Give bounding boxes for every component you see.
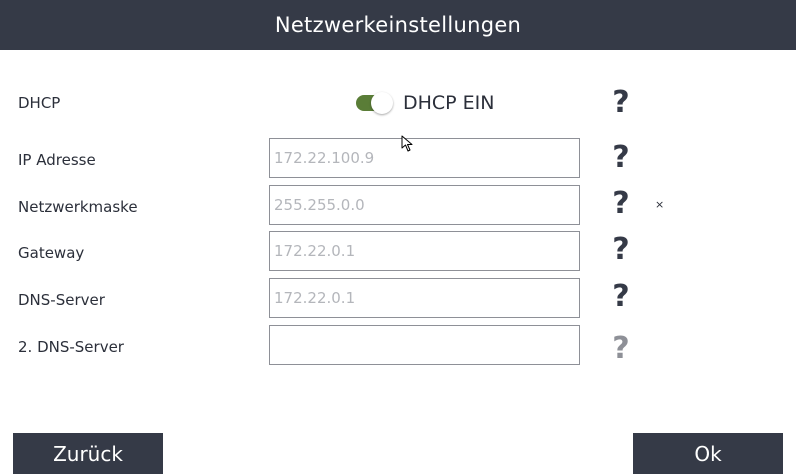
- dns-server-2-input[interactable]: [269, 325, 580, 365]
- close-icon[interactable]: ×: [655, 198, 664, 212]
- ip-address-input[interactable]: [269, 138, 580, 178]
- gateway-label: Gateway: [18, 244, 85, 262]
- dns-server-2-label: 2. DNS-Server: [18, 338, 124, 356]
- netmask-input[interactable]: [269, 185, 580, 225]
- netmask-label: Netzwerkmaske: [18, 198, 138, 216]
- dhcp-toggle-knob: [371, 92, 393, 114]
- help-icon-dns-server-2: ?: [612, 331, 630, 366]
- mouse-pointer-icon: [401, 135, 413, 152]
- gateway-input[interactable]: [269, 231, 580, 271]
- help-icon-dhcp[interactable]: ?: [610, 86, 632, 120]
- help-icon-gateway[interactable]: ?: [610, 233, 632, 267]
- help-icon-netmask[interactable]: ?: [610, 187, 632, 221]
- ip-address-label: IP Adresse: [18, 151, 96, 169]
- dns-server-input[interactable]: [269, 278, 580, 318]
- title-bar: Netzwerkeinstellungen: [0, 0, 796, 50]
- back-button[interactable]: Zurück: [13, 433, 163, 474]
- help-icon-ip-address[interactable]: ?: [610, 141, 632, 175]
- window-title: Netzwerkeinstellungen: [274, 13, 522, 37]
- dhcp-toggle-text: DHCP EIN: [403, 92, 495, 114]
- help-icon-dns-server[interactable]: ?: [610, 280, 632, 314]
- dhcp-label: DHCP: [18, 94, 61, 112]
- dns-server-label: DNS-Server: [18, 291, 105, 309]
- ok-button[interactable]: Ok: [633, 433, 783, 474]
- dhcp-toggle[interactable]: [355, 92, 393, 114]
